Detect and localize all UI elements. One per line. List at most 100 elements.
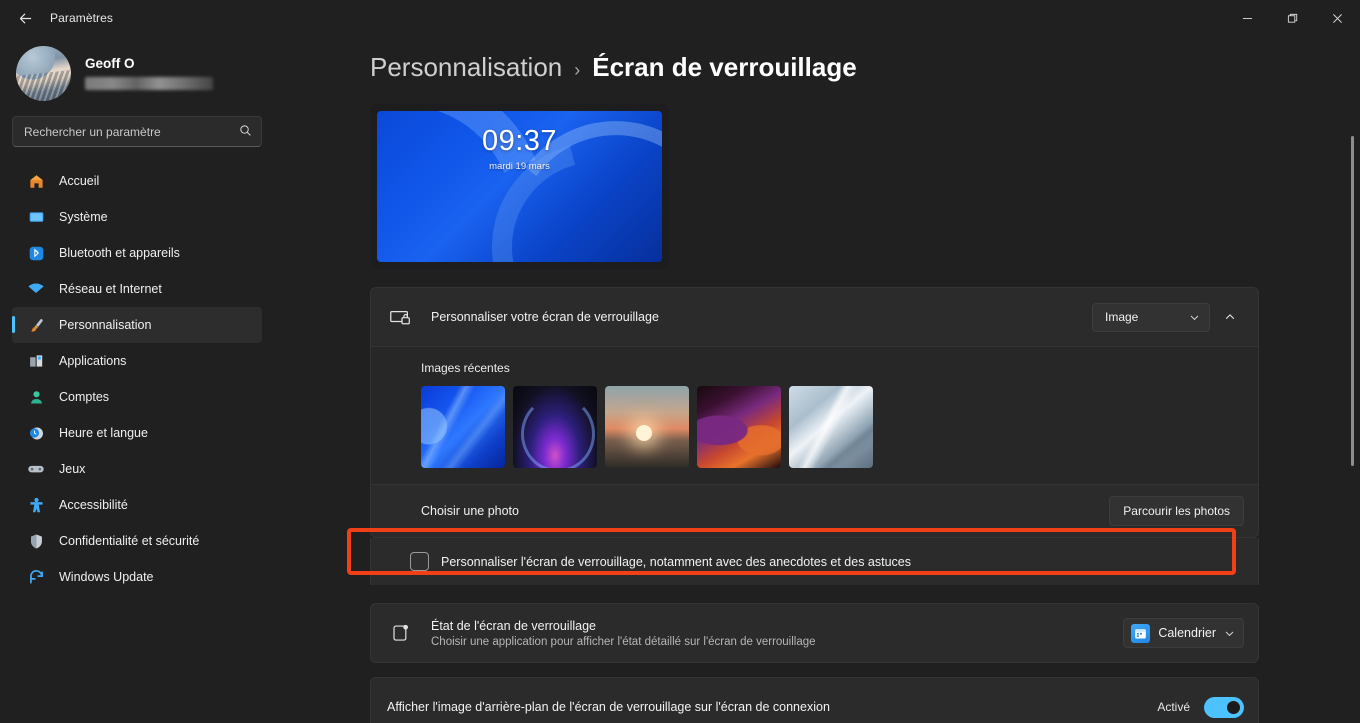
calendar-icon bbox=[1131, 623, 1151, 643]
wallpaper-dark-glow-thumbnail[interactable] bbox=[513, 386, 597, 468]
sidebar-item-accessibilite[interactable]: Accessibilité bbox=[12, 487, 262, 523]
recent-images-panel: Images récentes bbox=[371, 347, 1258, 484]
lock-screen-type-dropdown[interactable]: Image bbox=[1092, 302, 1210, 332]
apps-icon bbox=[26, 351, 46, 371]
choose-photo-text: Choisir une photo bbox=[421, 504, 1109, 518]
lock-screen-status-text: État de l'écran de verrouillage Choisir … bbox=[431, 619, 1123, 648]
accessibility-icon bbox=[26, 495, 46, 515]
tips-checkbox[interactable] bbox=[410, 552, 429, 571]
lock-screen-status-row[interactable]: État de l'écran de verrouillage Choisir … bbox=[371, 604, 1258, 662]
collapse-expander-button[interactable] bbox=[1216, 303, 1244, 331]
lock-screen-icon bbox=[387, 304, 413, 330]
sidebar-item-confidentialite[interactable]: Confidentialité et sécurité bbox=[12, 523, 262, 559]
lock-screen-preview-image: 09:37 mardi 19 mars bbox=[377, 111, 662, 262]
window-controls bbox=[1225, 0, 1360, 36]
login-background-card: Afficher l'image d'arrière-plan de l'écr… bbox=[370, 677, 1259, 723]
system-monitor-icon bbox=[26, 207, 46, 227]
close-button[interactable] bbox=[1315, 0, 1360, 36]
maximize-restore-button[interactable] bbox=[1270, 0, 1315, 36]
preview-date: mardi 19 mars bbox=[489, 161, 550, 172]
chevron-down-icon bbox=[1224, 628, 1235, 639]
login-background-title: Afficher l'image d'arrière-plan de l'écr… bbox=[387, 700, 830, 714]
sidebar-item-bluetooth[interactable]: Bluetooth et appareils bbox=[12, 235, 262, 271]
paintbrush-icon bbox=[26, 315, 46, 335]
update-icon bbox=[26, 567, 46, 587]
recent-images-list bbox=[421, 386, 1242, 468]
sidebar-item-label: Applications bbox=[59, 354, 127, 368]
sidebar-item-personnalisation[interactable]: Personnalisation bbox=[12, 307, 262, 343]
wifi-icon bbox=[26, 279, 46, 299]
shield-icon bbox=[26, 531, 46, 551]
tips-checkbox-card: Personnaliser l'écran de verrouillage, n… bbox=[347, 528, 1259, 585]
account-icon bbox=[26, 387, 46, 407]
login-background-toggle[interactable] bbox=[1204, 696, 1244, 718]
gamepad-icon bbox=[26, 459, 46, 479]
sidebar-item-accueil[interactable]: Accueil bbox=[12, 163, 262, 199]
sidebar-item-systeme[interactable]: Système bbox=[12, 199, 262, 235]
lock-screen-status-card[interactable]: État de l'écran de verrouillage Choisir … bbox=[370, 603, 1259, 663]
home-icon bbox=[26, 171, 46, 191]
wallpaper-light-abstract-thumbnail[interactable] bbox=[789, 386, 873, 468]
sidebar-item-applications[interactable]: Applications bbox=[12, 343, 262, 379]
sidebar-item-label: Personnalisation bbox=[59, 318, 152, 332]
avatar bbox=[16, 45, 71, 101]
lock-screen-status-title: État de l'écran de verrouillage bbox=[431, 618, 596, 633]
breadcrumb-separator: › bbox=[574, 60, 581, 80]
wallpaper-bloom-blue-thumbnail[interactable] bbox=[421, 386, 505, 468]
sidebar-item-comptes[interactable]: Comptes bbox=[12, 379, 262, 415]
tips-checkbox-label: Personnaliser l'écran de verrouillage, n… bbox=[441, 554, 912, 569]
status-app-value: Calendrier bbox=[1158, 626, 1216, 640]
settings-window: Paramètres Geoff O Rechercher un paramèt… bbox=[0, 0, 1360, 723]
search-input[interactable] bbox=[12, 116, 262, 147]
sidebar-item-heure-langue[interactable]: Heure et langue bbox=[12, 415, 262, 451]
breadcrumb-parent[interactable]: Personnalisation bbox=[370, 52, 562, 83]
personalize-row-controls: Image bbox=[1092, 302, 1244, 332]
title-bar: Paramètres bbox=[0, 0, 1360, 36]
lock-status-icon bbox=[387, 620, 413, 646]
sidebar-item-label: Système bbox=[59, 210, 108, 224]
sidebar-item-windows-update[interactable]: Windows Update bbox=[12, 559, 262, 595]
login-background-row: Afficher l'image d'arrière-plan de l'écr… bbox=[371, 678, 1258, 723]
sidebar-item-label: Windows Update bbox=[59, 570, 154, 584]
login-background-text: Afficher l'image d'arrière-plan de l'écr… bbox=[387, 700, 1157, 714]
clock-globe-icon bbox=[26, 423, 46, 443]
scrollbar-thumb[interactable] bbox=[1351, 136, 1354, 466]
sidebar-item-label: Jeux bbox=[59, 462, 86, 476]
tips-checkbox-row[interactable]: Personnaliser l'écran de verrouillage, n… bbox=[370, 538, 1259, 585]
sidebar-item-label: Comptes bbox=[59, 390, 110, 404]
minimize-button[interactable] bbox=[1225, 0, 1270, 36]
choose-photo-label: Choisir une photo bbox=[421, 504, 519, 518]
search-container bbox=[12, 116, 262, 147]
back-button[interactable] bbox=[8, 3, 42, 33]
user-profile[interactable]: Geoff O bbox=[0, 36, 274, 101]
wallpaper-sunset-thumbnail[interactable] bbox=[605, 386, 689, 468]
lock-screen-preview[interactable]: 09:37 mardi 19 mars bbox=[370, 104, 669, 269]
sidebar-item-jeux[interactable]: Jeux bbox=[12, 451, 262, 487]
recent-images-label: Images récentes bbox=[421, 361, 510, 375]
sidebar-item-label: Réseau et Internet bbox=[59, 282, 162, 296]
wallpaper-purple-flow-thumbnail[interactable] bbox=[697, 386, 781, 468]
bluetooth-icon bbox=[26, 243, 46, 263]
personalize-row-title: Personnaliser votre écran de verrouillag… bbox=[431, 310, 659, 324]
login-background-toggle-label: Activé bbox=[1157, 700, 1190, 714]
app-title: Paramètres bbox=[50, 11, 114, 25]
status-app-dropdown[interactable]: Calendrier bbox=[1123, 618, 1244, 648]
sidebar-item-label: Bluetooth et appareils bbox=[59, 246, 180, 260]
profile-name: Geoff O bbox=[85, 56, 135, 71]
preview-clock: 09:37 bbox=[481, 125, 558, 157]
sidebar-item-reseau[interactable]: Réseau et Internet bbox=[12, 271, 262, 307]
choose-photo-row: Choisir une photo Parcourir les photos bbox=[371, 485, 1258, 537]
personalize-row[interactable]: Personnaliser votre écran de verrouillag… bbox=[371, 288, 1258, 346]
browse-photos-button[interactable]: Parcourir les photos bbox=[1109, 496, 1244, 526]
page-title: Écran de verrouillage bbox=[592, 52, 857, 82]
sidebar-item-label: Accessibilité bbox=[59, 498, 128, 512]
breadcrumb: Personnalisation › Écran de verrouillage bbox=[274, 36, 1360, 83]
sidebar-item-label: Accueil bbox=[59, 174, 100, 188]
lock-screen-type-value: Image bbox=[1105, 310, 1139, 324]
profile-text: Geoff O bbox=[85, 56, 213, 90]
personalize-card: Personnaliser votre écran de verrouillag… bbox=[370, 287, 1259, 538]
scrollbar-track[interactable] bbox=[1349, 36, 1357, 723]
sidebar: Geoff O Accueil bbox=[0, 36, 274, 723]
chevron-down-icon bbox=[1189, 312, 1200, 323]
sidebar-item-label: Confidentialité et sécurité bbox=[59, 534, 200, 548]
